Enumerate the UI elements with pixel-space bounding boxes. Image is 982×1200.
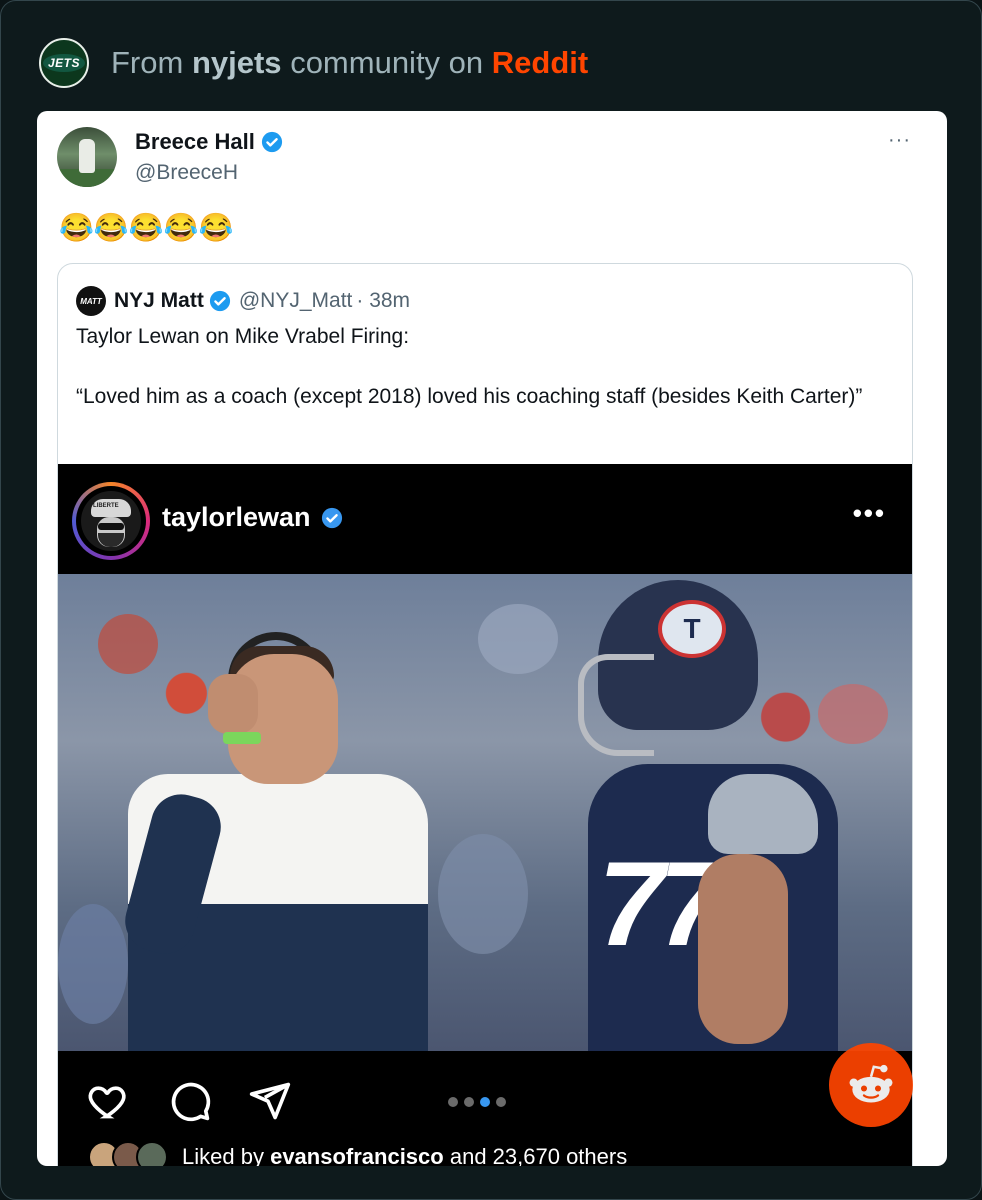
verified-badge-icon	[261, 131, 282, 153]
community-link[interactable]: nyjets	[192, 45, 282, 80]
instagram-action-bar	[58, 1051, 912, 1141]
cap-text: LIBERTE	[93, 503, 119, 509]
share-icon[interactable]	[248, 1079, 292, 1123]
heart-icon[interactable]	[86, 1079, 130, 1123]
instagram-header: LIBERTE taylorlewan •••	[58, 464, 912, 574]
quoted-line-1: Taylor Lewan on Mike Vrabel Firing:	[76, 325, 410, 348]
quoted-line-2: “Loved him as a coach (except 2018) love…	[76, 385, 863, 408]
reddit-snoo-icon[interactable]	[829, 1043, 913, 1127]
likes-user[interactable]: evansofrancisco	[270, 1144, 444, 1166]
helmet-logo: T	[658, 600, 726, 658]
post-photo: 77 T	[58, 574, 912, 1051]
carousel-dot[interactable]	[496, 1097, 506, 1107]
quoted-header: MATT NYJ Matt @NYJ_Matt · 38m	[76, 286, 410, 316]
header-from: From	[111, 45, 184, 80]
comment-icon[interactable]	[168, 1079, 212, 1123]
tweet-card: Breece Hall @BreeceH ··· 😂😂😂😂😂 MATT NYJ …	[37, 111, 947, 1166]
quoted-text: Taylor Lewan on Mike Vrabel Firing: “Lov…	[76, 322, 886, 442]
instagram-avatar[interactable]: LIBERTE	[72, 482, 150, 560]
embed-frame: JETS From nyjets community on Reddit Bre…	[0, 0, 982, 1200]
likes-prefix: Liked by	[182, 1144, 264, 1166]
instagram-username-row: taylorlewan	[162, 502, 343, 533]
verified-badge-icon	[321, 507, 342, 528]
quoted-time: · 38m	[356, 289, 411, 312]
jets-logo-text: JETS	[42, 54, 85, 72]
instagram-more-icon[interactable]: •••	[853, 498, 886, 529]
author-name[interactable]: Breece Hall	[135, 129, 255, 155]
likes-row: Liked by evansofrancisco and 23,670 othe…	[88, 1141, 627, 1166]
more-icon[interactable]: ···	[888, 129, 911, 152]
carousel-dot[interactable]	[448, 1097, 458, 1107]
author-name-row: Breece Hall	[135, 129, 283, 155]
quoted-tweet[interactable]: MATT NYJ Matt @NYJ_Matt · 38m Taylor Lew…	[57, 263, 913, 1166]
reddit-link[interactable]: Reddit	[492, 45, 588, 80]
carousel-dot-active[interactable]	[480, 1097, 490, 1107]
likes-suffix: and 23,670 others	[449, 1144, 628, 1166]
instagram-username[interactable]: taylorlewan	[162, 502, 311, 533]
verified-badge-icon	[209, 290, 230, 312]
instagram-screenshot: LIBERTE taylorlewan ••• 77 T Liked by ev…	[58, 464, 912, 1166]
quoted-author-name[interactable]: NYJ Matt	[114, 289, 204, 313]
header-source-text: From nyjets community on Reddit	[111, 45, 588, 81]
author-handle[interactable]: @BreeceH	[135, 161, 238, 185]
liker-avatar	[136, 1141, 168, 1166]
tweet-text: 😂😂😂😂😂	[59, 212, 234, 243]
quoted-author-handle[interactable]: @NYJ_Matt	[239, 289, 353, 313]
likes-text: Liked by evansofrancisco and 23,670 othe…	[182, 1144, 627, 1166]
author-avatar[interactable]	[57, 127, 117, 187]
carousel-dot[interactable]	[464, 1097, 474, 1107]
jets-logo[interactable]: JETS	[39, 38, 89, 88]
quoted-avatar-text: MATT	[80, 296, 102, 306]
snoo-glyph-icon	[849, 1064, 893, 1103]
quoted-avatar[interactable]: MATT	[76, 286, 106, 316]
embed-header: JETS From nyjets community on Reddit	[39, 37, 588, 89]
carousel-dots	[448, 1097, 506, 1107]
header-community-suffix: community on	[290, 45, 484, 80]
